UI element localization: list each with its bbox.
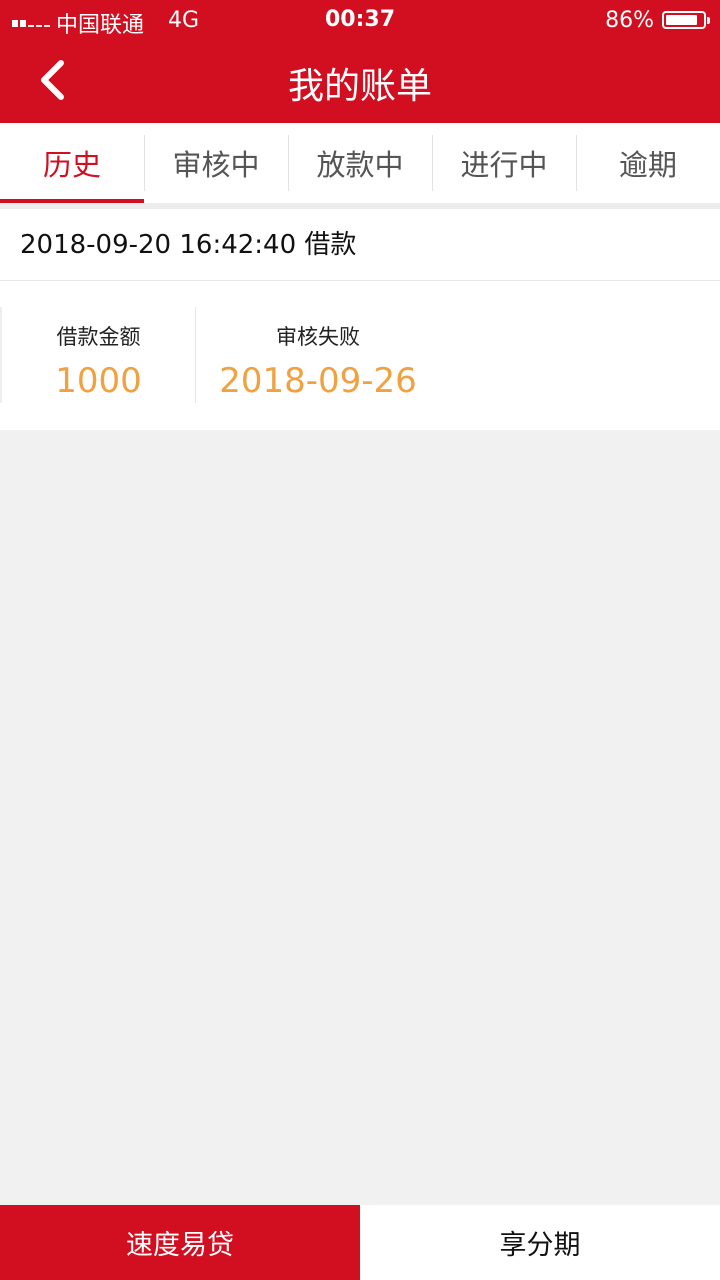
record-title: 2018-09-20 16:42:40 借款 bbox=[0, 209, 720, 281]
tab-in-progress[interactable]: 进行中 bbox=[432, 123, 576, 203]
tab-disbursing[interactable]: 放款中 bbox=[288, 123, 432, 203]
loan-amount-label: 借款金额 bbox=[56, 325, 141, 349]
app-header: 中国联通 4G 00:37 86% 我的账单 bbox=[0, 0, 720, 123]
battery-percent: 86% bbox=[605, 8, 654, 33]
review-status-date: 2018-09-26 bbox=[219, 361, 417, 401]
bottom-bar: 速度易贷 享分期 bbox=[0, 1205, 720, 1280]
status-bar: 中国联通 4G 00:37 86% bbox=[0, 0, 720, 40]
tab-overdue[interactable]: 逾期 bbox=[576, 123, 720, 203]
loan-record-card[interactable]: 2018-09-20 16:42:40 借款 借款金额 1000 审核失败 20… bbox=[0, 209, 720, 430]
review-status-block: 审核失败 2018-09-26 bbox=[196, 307, 440, 403]
battery-level bbox=[666, 15, 697, 25]
installment-button[interactable]: 享分期 bbox=[360, 1205, 720, 1280]
loan-amount-value: 1000 bbox=[55, 361, 142, 401]
battery-icon bbox=[662, 11, 710, 29]
review-status-label: 审核失败 bbox=[276, 325, 360, 349]
loan-amount-block: 借款金额 1000 bbox=[0, 307, 196, 403]
quick-loan-button[interactable]: 速度易贷 bbox=[0, 1205, 360, 1280]
tab-history[interactable]: 历史 bbox=[0, 123, 144, 203]
tab-bar: 历史 审核中 放款中 进行中 逾期 bbox=[0, 123, 720, 203]
tab-under-review[interactable]: 审核中 bbox=[144, 123, 288, 203]
page-title: 我的账单 bbox=[287, 66, 432, 107]
